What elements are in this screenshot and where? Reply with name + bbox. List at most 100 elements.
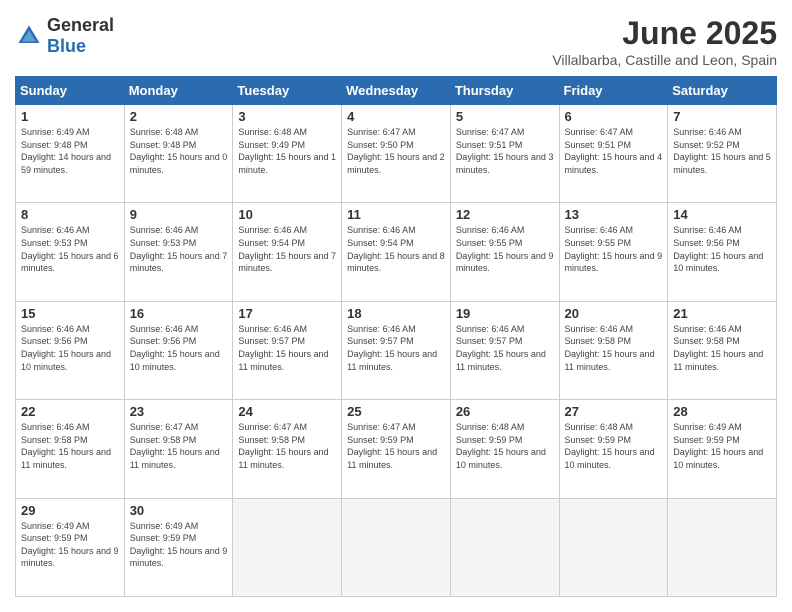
title-section: June 2025 Villalbarba, Castille and Leon… [552, 15, 777, 68]
col-monday: Monday [124, 77, 233, 105]
calendar-cell [450, 498, 559, 596]
calendar-cell: 20 Sunrise: 6:46 AMSunset: 9:58 PMDayligh… [559, 301, 668, 399]
subtitle: Villalbarba, Castille and Leon, Spain [552, 52, 777, 68]
calendar-cell: 19 Sunrise: 6:46 AMSunset: 9:57 PMDayligh… [450, 301, 559, 399]
day-info: Sunrise: 6:49 AMSunset: 9:59 PMDaylight:… [130, 520, 228, 570]
day-info: Sunrise: 6:46 AMSunset: 9:56 PMDaylight:… [21, 323, 119, 373]
day-info: Sunrise: 6:47 AMSunset: 9:51 PMDaylight:… [456, 126, 554, 176]
day-info: Sunrise: 6:47 AMSunset: 9:58 PMDaylight:… [238, 421, 336, 471]
day-info: Sunrise: 6:46 AMSunset: 9:53 PMDaylight:… [130, 224, 228, 274]
day-info: Sunrise: 6:46 AMSunset: 9:57 PMDaylight:… [347, 323, 445, 373]
day-number: 8 [21, 207, 119, 222]
calendar-cell: 3Sunrise: 6:48 AMSunset: 9:49 PMDaylight… [233, 105, 342, 203]
main-title: June 2025 [552, 15, 777, 52]
calendar-body: 1 Sunrise: 6:49 AMSunset: 9:48 PMDaylight… [16, 105, 777, 597]
calendar-cell [233, 498, 342, 596]
day-number: 25 [347, 404, 445, 419]
calendar-cell: 16Sunrise: 6:46 AMSunset: 9:56 PMDayligh… [124, 301, 233, 399]
col-sunday: Sunday [16, 77, 125, 105]
calendar-cell: 5 Sunrise: 6:47 AMSunset: 9:51 PMDaylight… [450, 105, 559, 203]
day-number: 13 [565, 207, 663, 222]
day-number: 19 [456, 306, 554, 321]
day-number: 10 [238, 207, 336, 222]
calendar-header: Sunday Monday Tuesday Wednesday Thursday… [16, 77, 777, 105]
day-info: Sunrise: 6:46 AMSunset: 9:54 PMDaylight:… [238, 224, 336, 274]
calendar-cell: 2Sunrise: 6:48 AMSunset: 9:48 PMDaylight… [124, 105, 233, 203]
calendar-week-3: 15Sunrise: 6:46 AMSunset: 9:56 PMDayligh… [16, 301, 777, 399]
calendar-cell: 18 Sunrise: 6:46 AMSunset: 9:57 PMDayligh… [342, 301, 451, 399]
day-info: Sunrise: 6:49 AMSunset: 9:48 PMDaylight:… [21, 126, 119, 176]
calendar-cell: 12Sunrise: 6:46 AMSunset: 9:55 PMDayligh… [450, 203, 559, 301]
day-info: Sunrise: 6:46 AMSunset: 9:57 PMDaylight:… [238, 323, 336, 373]
day-info: Sunrise: 6:46 AMSunset: 9:55 PMDaylight:… [456, 224, 554, 274]
day-number: 11 [347, 207, 445, 222]
day-info: Sunrise: 6:46 AMSunset: 9:54 PMDaylight:… [347, 224, 445, 274]
calendar-cell: 14 Sunrise: 6:46 AMSunset: 9:56 PMDayligh… [668, 203, 777, 301]
calendar-week-1: 1 Sunrise: 6:49 AMSunset: 9:48 PMDaylight… [16, 105, 777, 203]
day-info: Sunrise: 6:46 AMSunset: 9:52 PMDaylight:… [673, 126, 771, 176]
logo-icon [15, 22, 43, 50]
day-info: Sunrise: 6:46 AMSunset: 9:56 PMDaylight:… [673, 224, 771, 274]
day-number: 20 [565, 306, 663, 321]
calendar-cell: 26 Sunrise: 6:48 AMSunset: 9:59 PMDayligh… [450, 400, 559, 498]
logo-blue: Blue [47, 36, 86, 56]
calendar-cell: 24 Sunrise: 6:47 AMSunset: 9:58 PMDayligh… [233, 400, 342, 498]
day-number: 26 [456, 404, 554, 419]
day-info: Sunrise: 6:47 AMSunset: 9:59 PMDaylight:… [347, 421, 445, 471]
header-row: Sunday Monday Tuesday Wednesday Thursday… [16, 77, 777, 105]
day-number: 22 [21, 404, 119, 419]
day-info: Sunrise: 6:47 AMSunset: 9:51 PMDaylight:… [565, 126, 663, 176]
day-number: 6 [565, 109, 663, 124]
calendar-cell: 21Sunrise: 6:46 AMSunset: 9:58 PMDayligh… [668, 301, 777, 399]
calendar-cell [342, 498, 451, 596]
col-friday: Friday [559, 77, 668, 105]
day-info: Sunrise: 6:46 AMSunset: 9:58 PMDaylight:… [21, 421, 119, 471]
day-number: 7 [673, 109, 771, 124]
calendar-cell: 10 Sunrise: 6:46 AMSunset: 9:54 PMDayligh… [233, 203, 342, 301]
col-thursday: Thursday [450, 77, 559, 105]
calendar-cell: 8 Sunrise: 6:46 AMSunset: 9:53 PMDaylight… [16, 203, 125, 301]
day-number: 14 [673, 207, 771, 222]
calendar-cell: 17 Sunrise: 6:46 AMSunset: 9:57 PMDayligh… [233, 301, 342, 399]
day-info: Sunrise: 6:49 AMSunset: 9:59 PMDaylight:… [673, 421, 771, 471]
day-number: 17 [238, 306, 336, 321]
day-info: Sunrise: 6:49 AMSunset: 9:59 PMDaylight:… [21, 520, 119, 570]
calendar-cell: 25 Sunrise: 6:47 AMSunset: 9:59 PMDayligh… [342, 400, 451, 498]
calendar-cell [668, 498, 777, 596]
day-info: Sunrise: 6:48 AMSunset: 9:59 PMDaylight:… [456, 421, 554, 471]
calendar-week-2: 8 Sunrise: 6:46 AMSunset: 9:53 PMDaylight… [16, 203, 777, 301]
day-number: 18 [347, 306, 445, 321]
day-number: 1 [21, 109, 119, 124]
day-info: Sunrise: 6:47 AMSunset: 9:50 PMDaylight:… [347, 126, 445, 176]
day-number: 28 [673, 404, 771, 419]
calendar-cell: 22 Sunrise: 6:46 AMSunset: 9:58 PMDayligh… [16, 400, 125, 498]
day-number: 16 [130, 306, 228, 321]
calendar-cell: 15Sunrise: 6:46 AMSunset: 9:56 PMDayligh… [16, 301, 125, 399]
calendar-cell: 11 Sunrise: 6:46 AMSunset: 9:54 PMDayligh… [342, 203, 451, 301]
day-info: Sunrise: 6:46 AMSunset: 9:57 PMDaylight:… [456, 323, 554, 373]
calendar-cell [559, 498, 668, 596]
day-info: Sunrise: 6:48 AMSunset: 9:59 PMDaylight:… [565, 421, 663, 471]
day-number: 2 [130, 109, 228, 124]
page: General Blue June 2025 Villalbarba, Cast… [0, 0, 792, 612]
calendar-week-4: 22 Sunrise: 6:46 AMSunset: 9:58 PMDayligh… [16, 400, 777, 498]
day-info: Sunrise: 6:46 AMSunset: 9:58 PMDaylight:… [673, 323, 771, 373]
calendar-cell: 9 Sunrise: 6:46 AMSunset: 9:53 PMDaylight… [124, 203, 233, 301]
calendar-table: Sunday Monday Tuesday Wednesday Thursday… [15, 76, 777, 597]
col-saturday: Saturday [668, 77, 777, 105]
day-number: 30 [130, 503, 228, 518]
day-number: 9 [130, 207, 228, 222]
calendar-cell: 30 Sunrise: 6:49 AMSunset: 9:59 PMDayligh… [124, 498, 233, 596]
day-number: 27 [565, 404, 663, 419]
day-info: Sunrise: 6:46 AMSunset: 9:58 PMDaylight:… [565, 323, 663, 373]
day-number: 4 [347, 109, 445, 124]
logo: General Blue [15, 15, 114, 57]
day-info: Sunrise: 6:46 AMSunset: 9:55 PMDaylight:… [565, 224, 663, 274]
calendar-cell: 28 Sunrise: 6:49 AMSunset: 9:59 PMDayligh… [668, 400, 777, 498]
day-number: 24 [238, 404, 336, 419]
day-number: 5 [456, 109, 554, 124]
logo-general: General [47, 15, 114, 35]
calendar-cell: 6 Sunrise: 6:47 AMSunset: 9:51 PMDaylight… [559, 105, 668, 203]
day-info: Sunrise: 6:46 AMSunset: 9:53 PMDaylight:… [21, 224, 119, 274]
day-info: Sunrise: 6:47 AMSunset: 9:58 PMDaylight:… [130, 421, 228, 471]
